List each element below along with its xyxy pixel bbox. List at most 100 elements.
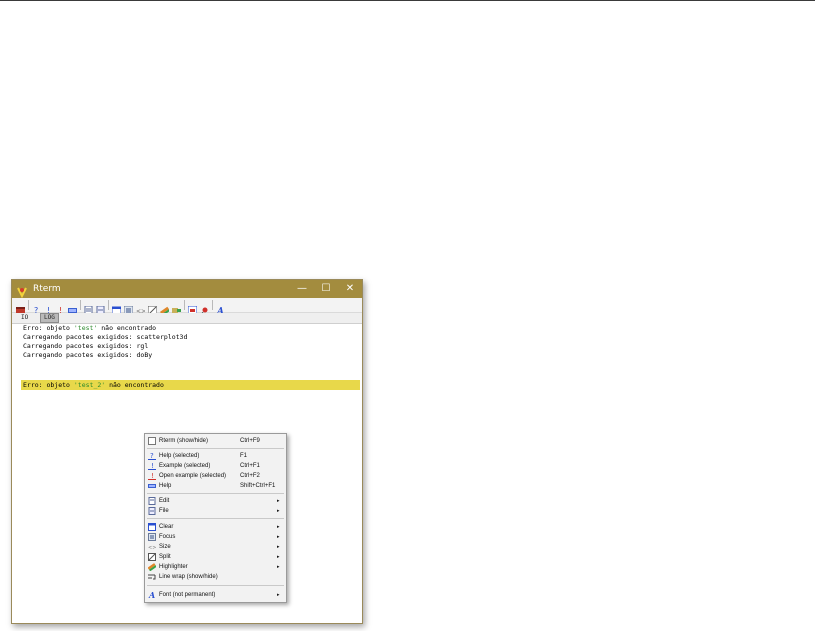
menu-item-label: Line wrap (show/hide) bbox=[159, 574, 218, 580]
menu-item-label: Help (selected) bbox=[159, 453, 200, 459]
page-icon[interactable] bbox=[84, 300, 93, 316]
submenu-arrow-icon: ▸ bbox=[277, 592, 280, 598]
menu-item-highlighter[interactable]: Highlighter ▸ bbox=[145, 562, 286, 572]
line-wrap-icon[interactable] bbox=[172, 300, 181, 313]
submenu-arrow-icon: ▸ bbox=[277, 508, 280, 514]
menu-item-rterm[interactable]: Rterm (show/hide) Ctrl+F9 bbox=[145, 436, 286, 446]
console-text: não encontrado bbox=[97, 324, 157, 332]
submenu-arrow-icon: ▸ bbox=[277, 524, 280, 530]
menu-item-label: Split bbox=[159, 554, 171, 560]
pin-icon[interactable] bbox=[200, 300, 209, 316]
console-tabs: IO LOG bbox=[12, 313, 362, 324]
split-icon[interactable] bbox=[147, 300, 158, 316]
tab-log[interactable]: LOG bbox=[40, 313, 59, 323]
red-window-icon[interactable] bbox=[16, 300, 25, 314]
console-line: Carregando pacotes exigidos: scatterplot… bbox=[23, 333, 188, 341]
console-line: Carregando pacotes exigidos: doBy bbox=[23, 351, 153, 359]
menu-item-shortcut: Ctrl+F1 bbox=[240, 463, 260, 469]
focus-icon[interactable] bbox=[123, 300, 134, 316]
menu-item-shortcut: F1 bbox=[240, 453, 248, 459]
toolbar-separator bbox=[80, 300, 81, 310]
svg-text:!: ! bbox=[151, 462, 154, 470]
console-text: Erro: objeto bbox=[23, 324, 74, 332]
highlighter-icon[interactable] bbox=[159, 300, 171, 316]
menu-item-file[interactable]: File ▸ bbox=[145, 506, 286, 516]
svg-text:!: ! bbox=[151, 472, 154, 480]
focus-icon bbox=[148, 533, 156, 541]
menu-item-label: Open example (selected) bbox=[159, 473, 227, 479]
menu-item-shortcut: Ctrl+F2 bbox=[240, 473, 260, 479]
menu-item-size[interactable]: <> Size ▸ bbox=[145, 542, 286, 552]
file-icon bbox=[148, 507, 156, 515]
submenu-arrow-icon: ▸ bbox=[277, 554, 280, 560]
context-menu: Rterm (show/hide) Ctrl+F9 ? Help (select… bbox=[144, 433, 287, 603]
maximize-button[interactable]: ☐ bbox=[314, 280, 338, 298]
submenu-arrow-icon: ▸ bbox=[277, 498, 280, 504]
menu-separator bbox=[147, 518, 284, 519]
minimize-button[interactable]: — bbox=[290, 280, 314, 298]
help-icon[interactable]: ? bbox=[32, 300, 41, 315]
console-line: Erro: objeto 'test' não encontrado bbox=[23, 324, 156, 333]
help-browser-icon bbox=[148, 482, 156, 490]
menu-item-label: Rterm (show/hide) bbox=[159, 438, 209, 444]
line-wrap-icon bbox=[148, 573, 156, 581]
options-icon[interactable] bbox=[187, 300, 198, 316]
svg-text:?: ? bbox=[150, 452, 154, 460]
menu-item-label: Font (not permanent) bbox=[159, 592, 216, 598]
window-title: Rterm bbox=[33, 284, 61, 294]
menu-item-label: Focus bbox=[159, 534, 176, 540]
menu-item-label: Clear bbox=[159, 524, 174, 530]
size-icon[interactable]: <> bbox=[136, 300, 146, 315]
menu-item-label: Example (selected) bbox=[159, 463, 211, 469]
menu-item-open-example[interactable]: ! Open example (selected) Ctrl+F2 bbox=[145, 471, 286, 481]
menu-item-edit[interactable]: Edit ▸ bbox=[145, 496, 286, 506]
edit-icon bbox=[148, 497, 156, 505]
menu-item-help[interactable]: Help Shift+Ctrl+F1 bbox=[145, 481, 286, 491]
menu-item-clear[interactable]: Clear ▸ bbox=[145, 522, 286, 532]
console-text: não encontrado bbox=[105, 381, 164, 389]
font-icon[interactable]: A bbox=[216, 300, 225, 317]
font-icon: A bbox=[148, 590, 156, 600]
submenu-arrow-icon: ▸ bbox=[277, 534, 280, 540]
menu-item-label: File bbox=[159, 508, 169, 514]
menu-separator bbox=[147, 448, 284, 449]
open-example-icon: ! bbox=[148, 472, 156, 480]
submenu-arrow-icon: ▸ bbox=[277, 564, 280, 570]
menu-item-shortcut: Shift+Ctrl+F1 bbox=[240, 483, 276, 489]
menu-item-line-wrap[interactable]: Line wrap (show/hide) bbox=[145, 572, 286, 582]
menu-item-split[interactable]: Split ▸ bbox=[145, 552, 286, 562]
svg-text:A: A bbox=[148, 591, 155, 599]
menu-item-font[interactable]: A Font (not permanent) ▸ bbox=[145, 590, 286, 600]
highlighter-icon bbox=[147, 563, 157, 572]
menu-separator bbox=[147, 493, 284, 494]
open-example-icon[interactable]: ! bbox=[56, 300, 65, 315]
tab-io[interactable]: IO bbox=[18, 314, 31, 322]
menu-item-shortcut: Ctrl+F9 bbox=[240, 438, 260, 444]
menu-item-example-selected[interactable]: ! Example (selected) Ctrl+F1 bbox=[145, 461, 286, 471]
tinn-r-logo-icon bbox=[16, 283, 28, 299]
menu-item-label: Highlighter bbox=[159, 564, 188, 570]
console-string: 'test_2' bbox=[73, 381, 106, 389]
menu-separator bbox=[147, 585, 284, 586]
size-icon: <> bbox=[148, 543, 156, 551]
help-browser-icon[interactable] bbox=[68, 300, 77, 313]
menu-item-help-selected[interactable]: ? Help (selected) F1 bbox=[145, 451, 286, 461]
clear-icon[interactable] bbox=[111, 300, 122, 315]
menu-item-focus[interactable]: Focus ▸ bbox=[145, 532, 286, 542]
toolbar-separator bbox=[108, 300, 109, 310]
submenu-arrow-icon: ▸ bbox=[277, 544, 280, 550]
toolbar: ? ! ! <> A bbox=[12, 298, 362, 317]
example-icon[interactable]: ! bbox=[44, 300, 53, 315]
toolbar-separator bbox=[184, 300, 185, 310]
title-bar[interactable]: Rterm — ☐ ✕ bbox=[12, 280, 362, 299]
clear-icon bbox=[148, 523, 156, 531]
file-icon[interactable] bbox=[96, 300, 105, 316]
split-icon bbox=[148, 553, 156, 561]
console-string: 'test' bbox=[73, 324, 98, 332]
console-line: Carregando pacotes exigidos: rgl bbox=[23, 342, 149, 350]
svg-text:<>: <> bbox=[148, 545, 156, 551]
close-button[interactable]: ✕ bbox=[338, 280, 362, 298]
example-icon: ! bbox=[148, 462, 156, 470]
console-line-highlighted: Erro: objeto 'test_2' não encontrado bbox=[23, 381, 164, 390]
toolbar-separator bbox=[212, 300, 213, 310]
